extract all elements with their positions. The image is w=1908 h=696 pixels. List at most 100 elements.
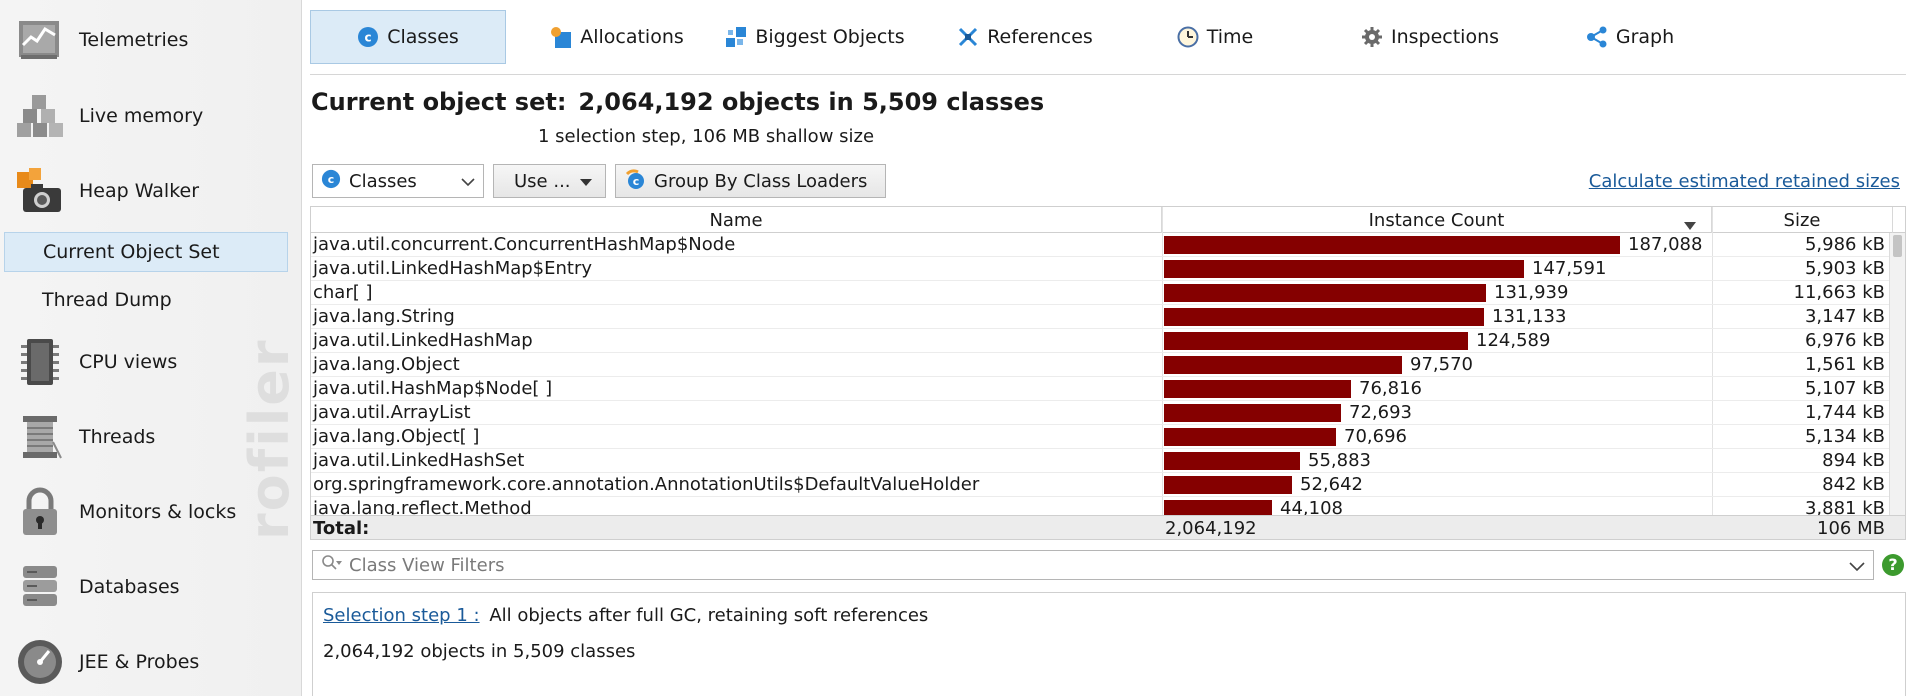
tab-references[interactable]: References [940, 10, 1110, 64]
class-name-cell: java.util.LinkedHashMap$Entry [313, 258, 593, 279]
class-name-cell: char[ ] [313, 282, 373, 303]
class-loader-icon: c [624, 168, 646, 195]
sidebar-item-label: Databases [79, 576, 180, 598]
filter-placeholder: Class View Filters [349, 554, 505, 576]
lock-icon [15, 487, 65, 537]
selection-step-line: Selection step 1 : All objects after ful… [323, 605, 928, 626]
size-cell: 894 kB [1822, 450, 1885, 471]
column-header-instance-count[interactable]: Instance Count [1162, 207, 1712, 233]
classes-icon: c [321, 169, 341, 194]
class-name-cell: java.util.LinkedHashMap [313, 330, 533, 351]
threads-icon [15, 412, 65, 462]
size-cell: 5,986 kB [1804, 234, 1885, 255]
class-name-cell: java.util.HashMap$Node[ ] [313, 378, 553, 399]
sidebar-item-live-memory[interactable]: Live memory [0, 86, 301, 146]
instance-count-cell: 187,088 [1628, 234, 1703, 255]
tab-allocations[interactable]: Allocations [532, 10, 702, 64]
view-select[interactable]: c Classes [312, 164, 484, 198]
table-row[interactable]: java.lang.Object[ ] 70,696 5,134 kB [311, 425, 1905, 449]
selection-step-link[interactable]: Selection step 1 : [323, 605, 480, 626]
size-cell: 11,663 kB [1793, 282, 1885, 303]
help-icon[interactable]: ? [1882, 554, 1904, 576]
column-label: Size [1783, 209, 1821, 231]
instance-count-bar [1164, 452, 1300, 470]
tab-classes[interactable]: c Classes [310, 10, 506, 64]
vertical-scrollbar[interactable] [1889, 233, 1905, 515]
sidebar-subitem-thread-dump[interactable]: Thread Dump [4, 280, 288, 320]
table-body[interactable]: java.util.concurrent.ConcurrentHashMap$N… [311, 233, 1905, 515]
instance-count-cell: 52,642 [1300, 474, 1363, 495]
sidebar-item-jee-probes[interactable]: JEE & Probes [0, 632, 301, 692]
table-row[interactable]: java.util.LinkedHashMap 124,589 6,976 kB [311, 329, 1905, 353]
page-subtitle: 1 selection step, 106 MB shallow size [538, 126, 875, 147]
heap-walker-icon [15, 166, 65, 216]
sidebar: Telemetries Live memory Heap Walker Curr… [0, 0, 302, 696]
cpu-views-icon [15, 337, 65, 387]
column-header-name[interactable]: Name [311, 207, 1162, 233]
chevron-down-icon[interactable] [1849, 555, 1865, 576]
sidebar-subitem-current-object-set[interactable]: Current Object Set [4, 232, 288, 272]
sidebar-item-heap-walker[interactable]: Heap Walker [0, 161, 301, 221]
tab-graph[interactable]: Graph [1570, 10, 1690, 64]
tab-label: Allocations [580, 26, 684, 48]
instance-count-bar [1164, 476, 1292, 494]
sidebar-item-label: CPU views [79, 351, 178, 373]
table-row[interactable]: char[ ] 131,939 11,663 kB [311, 281, 1905, 305]
instance-count-cell: 72,693 [1349, 402, 1412, 423]
table-row[interactable]: java.util.concurrent.ConcurrentHashMap$N… [311, 233, 1905, 257]
instance-count-cell: 147,591 [1532, 258, 1607, 279]
column-header-size[interactable]: Size [1712, 207, 1893, 233]
class-name-cell: java.lang.reflect.Method [313, 498, 532, 515]
instance-count-bar [1164, 356, 1402, 374]
column-label: Instance Count [1368, 209, 1505, 231]
svg-text:c: c [633, 175, 640, 188]
table-row[interactable]: java.util.LinkedHashSet 55,883 894 kB [311, 449, 1905, 473]
size-cell: 1,561 kB [1804, 354, 1885, 375]
graph-icon [1586, 26, 1608, 48]
table-row[interactable]: java.util.LinkedHashMap$Entry 147,591 5,90… [311, 257, 1905, 281]
instance-count-cell: 131,939 [1494, 282, 1569, 303]
tab-inspections[interactable]: Inspections [1340, 10, 1520, 64]
allocations-icon [550, 26, 572, 48]
instance-count-bar [1164, 284, 1486, 302]
table-row[interactable]: java.util.HashMap$Node[ ] 76,816 5,107 kB [311, 377, 1905, 401]
class-name-cell: java.util.concurrent.ConcurrentHashMap$N… [313, 234, 736, 255]
scrollbar-thumb[interactable] [1893, 235, 1902, 257]
tab-label: Classes [387, 26, 459, 48]
table-row[interactable]: java.lang.reflect.Method 44,108 3,881 kB [311, 497, 1905, 515]
tab-label: Biggest Objects [755, 26, 905, 48]
table-row[interactable]: java.lang.Object 97,570 1,561 kB [311, 353, 1905, 377]
class-name-cell: org.springframework.core.annotation.Anno… [313, 474, 980, 495]
sidebar-item-label: Monitors & locks [79, 501, 237, 523]
group-by-class-loaders-button[interactable]: c Group By Class Loaders [615, 164, 886, 198]
references-icon [957, 26, 979, 48]
instance-count-bar [1164, 332, 1468, 350]
tab-biggest-objects[interactable]: Biggest Objects [720, 10, 910, 64]
sidebar-item-label: Threads [79, 426, 156, 448]
selection-step-description: All objects after full GC, retaining sof… [489, 605, 929, 626]
class-name-cell: java.util.ArrayList [313, 402, 471, 423]
table-row[interactable]: java.lang.String 131,133 3,147 kB [311, 305, 1905, 329]
table-row[interactable]: java.util.ArrayList 72,693 1,744 kB [311, 401, 1905, 425]
tab-time[interactable]: Time [1150, 10, 1280, 64]
calculate-retained-sizes-link[interactable]: Calculate estimated retained sizes [1589, 171, 1900, 192]
instance-count-cell: 97,570 [1410, 354, 1473, 375]
product-watermark: rofiler [238, 338, 301, 541]
instance-count-cell: 124,589 [1476, 330, 1551, 351]
gauge-icon [15, 637, 65, 687]
app-window: Telemetries Live memory Heap Walker Curr… [0, 0, 1908, 696]
class-name-cell: java.lang.String [313, 306, 455, 327]
sidebar-item-telemetries[interactable]: Telemetries [0, 10, 301, 70]
sidebar-item-databases[interactable]: Databases [0, 557, 301, 617]
view-tabs: c Classes Allocations Biggest Objects Re… [310, 10, 1906, 64]
instance-count-cell: 44,108 [1280, 498, 1343, 515]
live-memory-icon [15, 91, 65, 141]
class-view-filter-field[interactable]: Class View Filters [312, 550, 1874, 580]
page-title: Current object set: 2,064,192 objects in … [311, 88, 1044, 116]
table-row[interactable]: org.springframework.core.annotation.Anno… [311, 473, 1905, 497]
selection-details-panel: Selection step 1 : All objects after ful… [312, 592, 1906, 696]
instance-count-bar [1164, 260, 1524, 278]
instance-count-bar [1164, 236, 1620, 254]
gear-icon [1361, 26, 1383, 48]
use-menu-button[interactable]: Use ... [493, 164, 606, 198]
